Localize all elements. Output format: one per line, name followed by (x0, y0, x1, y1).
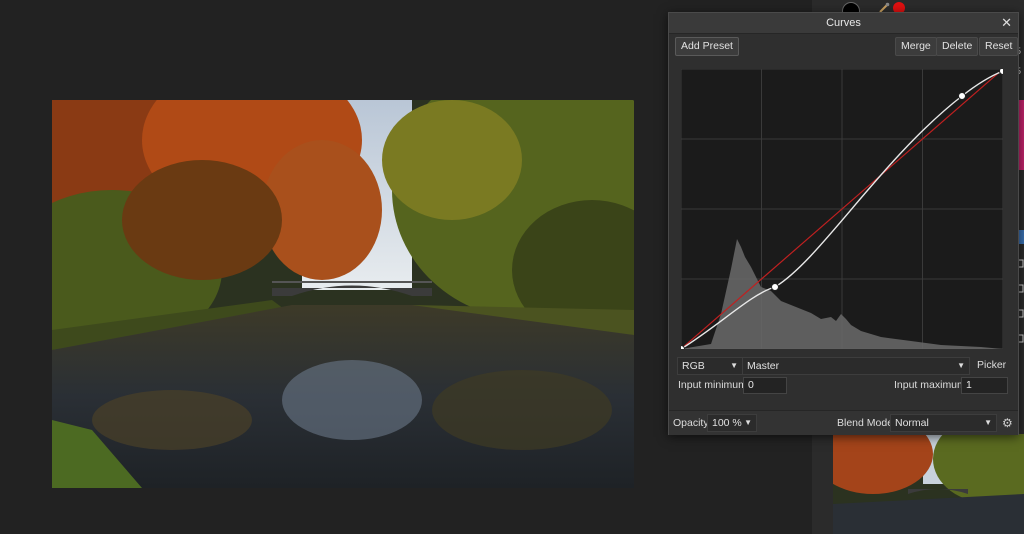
opacity-value: 100 % (712, 417, 742, 429)
dialog-bottombar: Opacity: 100 % ▼ Blend Mode: Normal ▼ ⚙ (669, 410, 1018, 435)
input-maximum-label: Input maximum: (894, 379, 969, 391)
input-minimum-field[interactable]: 0 (743, 377, 787, 394)
input-maximum-field[interactable]: 1 (961, 377, 1008, 394)
navigator-thumbnail[interactable] (833, 434, 1024, 534)
reset-button[interactable]: Reset (979, 37, 1019, 56)
merge-button[interactable]: Merge (895, 37, 937, 56)
channel-select-value: RGB (682, 360, 705, 372)
chevron-down-icon: ▼ (957, 361, 965, 370)
mode-select[interactable]: Master ▼ (742, 357, 970, 375)
chevron-down-icon: ▼ (730, 361, 738, 370)
preset-toolbar: Add Preset Merge Delete Reset (669, 34, 1019, 56)
blend-mode-select[interactable]: Normal ▼ (890, 414, 997, 432)
curve-node (771, 283, 779, 291)
chevron-down-icon: ▼ (984, 418, 992, 427)
curve-node (958, 92, 966, 100)
mode-select-value: Master (747, 360, 780, 372)
add-preset-button[interactable]: Add Preset (675, 37, 739, 56)
document-photo (52, 100, 634, 488)
curves-dialog: Curves ✕ Add Preset Merge Delete Reset R… (668, 12, 1019, 435)
gear-icon[interactable]: ⚙ (1002, 417, 1014, 429)
close-icon[interactable]: ✕ (1001, 16, 1012, 29)
opacity-select[interactable]: 100 % ▼ (707, 414, 757, 432)
blend-mode-value: Normal (895, 417, 929, 429)
curves-graph[interactable] (677, 67, 1007, 353)
picker-button[interactable]: Picker (977, 357, 1006, 373)
blend-mode-label: Blend Mode: (837, 417, 896, 429)
opacity-label: Opacity: (673, 417, 712, 429)
chevron-down-icon: ▼ (744, 418, 752, 427)
delete-button[interactable]: Delete (936, 37, 979, 56)
dialog-title: Curves (826, 17, 861, 29)
dialog-titlebar[interactable]: Curves ✕ (669, 13, 1018, 34)
input-minimum-label: Input minimum: (678, 379, 750, 391)
channel-select[interactable]: RGB ▼ (677, 357, 743, 375)
